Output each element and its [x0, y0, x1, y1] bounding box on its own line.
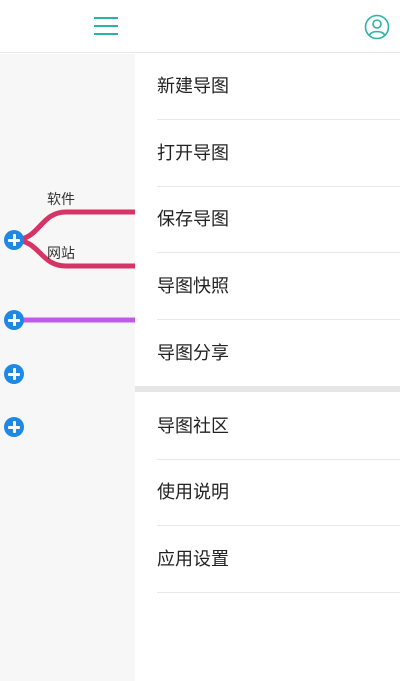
- menu-item-community[interactable]: 导图社区: [157, 394, 400, 460]
- user-circle-icon[interactable]: [364, 14, 390, 40]
- expand-node-plus-icon[interactable]: [4, 417, 24, 437]
- top-bar: [0, 0, 400, 53]
- menu-item-map-snapshot[interactable]: 导图快照: [157, 254, 400, 320]
- branch-software: [13, 209, 135, 243]
- menu-item-settings[interactable]: 应用设置: [157, 527, 400, 593]
- side-menu-drawer: 新建导图 打开导图 保存导图 导图快照 导图分享 导图社区 使用说明 应用设置: [135, 54, 400, 681]
- menu-item-save-map[interactable]: 保存导图: [157, 187, 400, 253]
- menu-item-map-share[interactable]: 导图分享: [157, 321, 400, 387]
- expand-node-plus-icon[interactable]: [4, 310, 24, 330]
- mindmap-canvas[interactable]: 软件 网站: [0, 54, 135, 681]
- node-label-software[interactable]: 软件: [47, 189, 75, 209]
- menu-item-new-map[interactable]: 新建导图: [157, 54, 400, 120]
- hamburger-menu-icon[interactable]: [94, 15, 118, 37]
- node-label-website[interactable]: 网站: [47, 243, 75, 263]
- expand-node-plus-icon[interactable]: [4, 364, 24, 384]
- menu-item-open-map[interactable]: 打开导图: [157, 121, 400, 187]
- expand-node-plus-icon[interactable]: [4, 230, 24, 250]
- menu-item-instructions[interactable]: 使用说明: [157, 460, 400, 526]
- menu-group-separator: [135, 386, 400, 392]
